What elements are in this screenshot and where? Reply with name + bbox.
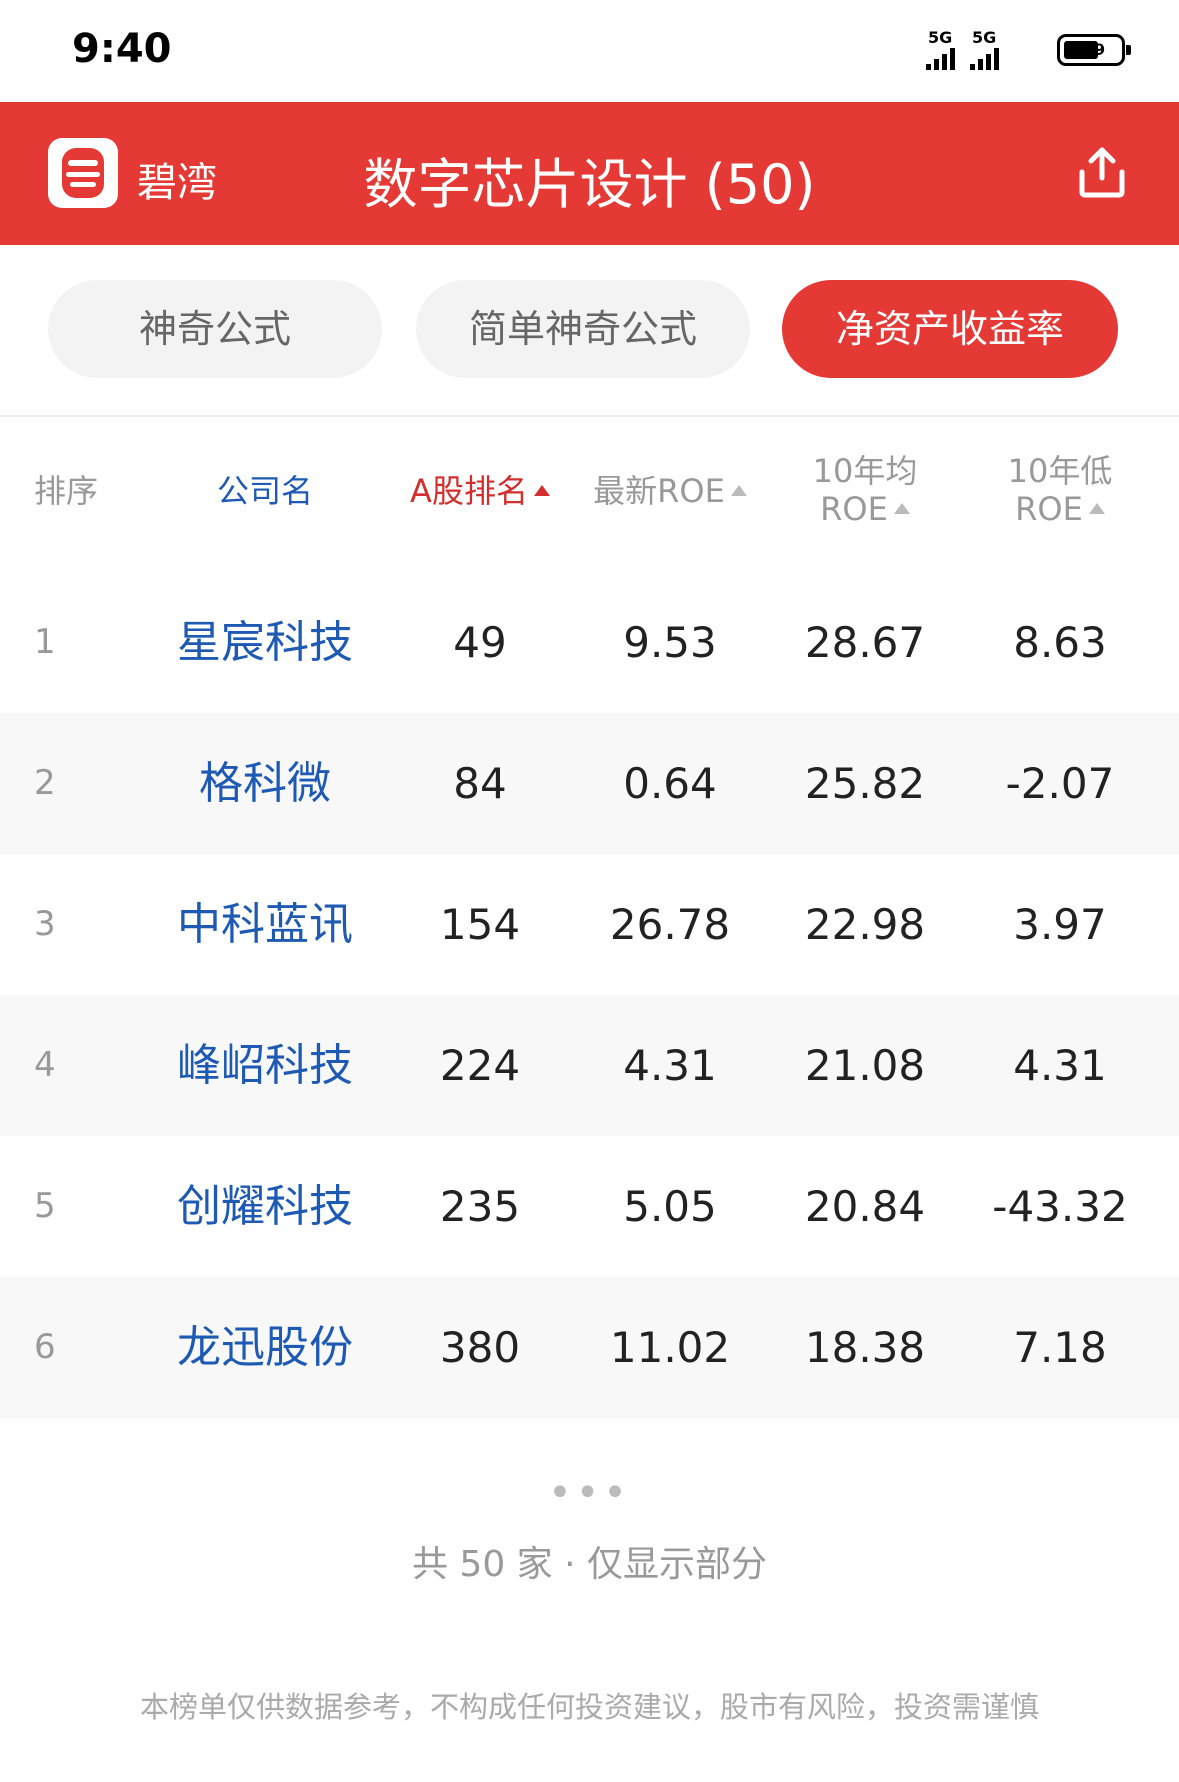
signal-5g-icon: 5G bbox=[926, 28, 960, 72]
row-rank: 6 bbox=[34, 1327, 56, 1367]
table-row[interactable]: 3 中科蓝讯 154 26.78 22.98 3.97 bbox=[0, 854, 1179, 995]
low10-roe-value: -43.32 bbox=[992, 1182, 1128, 1231]
company-link[interactable]: 峰岹科技 bbox=[160, 995, 370, 1136]
tab-roe[interactable]: 净资产收益率 bbox=[782, 280, 1118, 378]
table-row[interactable]: 6 龙迅股份 380 11.02 18.38 7.18 bbox=[0, 1277, 1179, 1418]
latest-roe-value: 11.02 bbox=[609, 1323, 731, 1372]
sort-up-icon bbox=[533, 484, 550, 496]
sort-up-icon bbox=[893, 502, 910, 514]
tab-bar: 神奇公式 简单神奇公式 净资产收益率 bbox=[0, 245, 1179, 417]
low10-roe-value: 3.97 bbox=[1013, 900, 1107, 949]
avg10-roe-value: 18.38 bbox=[804, 1323, 926, 1372]
company-link[interactable]: 星宸科技 bbox=[160, 572, 370, 713]
table-row[interactable]: 1 星宸科技 49 9.53 28.67 8.63 bbox=[0, 572, 1179, 713]
status-time: 9:40 bbox=[72, 26, 172, 72]
low10-roe-value: 8.63 bbox=[1013, 618, 1107, 667]
a-rank-value: 380 bbox=[439, 1323, 521, 1372]
a-rank-value: 224 bbox=[439, 1041, 521, 1090]
header-latest-roe-sort[interactable]: 最新ROE bbox=[575, 472, 765, 510]
avg10-roe-value: 22.98 bbox=[804, 900, 926, 949]
page-title: 数字芯片设计 (50) bbox=[363, 153, 816, 216]
latest-roe-value: 9.53 bbox=[623, 618, 717, 667]
tab-magic-formula[interactable]: 神奇公式 bbox=[48, 280, 382, 378]
avg10-roe-value: 21.08 bbox=[804, 1041, 926, 1090]
low10-roe-value: 4.31 bbox=[1013, 1041, 1107, 1090]
table-header: 排序 公司名 A股排名 最新ROE 10年均 ROE 10年低 ROE bbox=[0, 417, 1179, 572]
low10-roe-value: -2.07 bbox=[1005, 759, 1115, 808]
avg10-roe-value: 28.67 bbox=[804, 618, 926, 667]
header-a-rank-sort[interactable]: A股排名 bbox=[395, 472, 565, 510]
row-rank: 1 bbox=[34, 622, 56, 662]
avg10-roe-value: 25.82 bbox=[804, 759, 926, 808]
avg10-roe-value: 20.84 bbox=[804, 1182, 926, 1231]
table-row[interactable]: 2 格科微 84 0.64 25.82 -2.07 bbox=[0, 713, 1179, 854]
company-link[interactable]: 创耀科技 bbox=[160, 1136, 370, 1277]
low10-roe-value: 7.18 bbox=[1013, 1323, 1107, 1372]
table-row[interactable]: 5 创耀科技 235 5.05 20.84 -43.32 bbox=[0, 1136, 1179, 1277]
a-rank-value: 49 bbox=[453, 618, 507, 667]
a-rank-value: 84 bbox=[453, 759, 507, 808]
status-bar: 9:40 5G 5G 9 bbox=[0, 0, 1179, 102]
header-10y-avg-roe-sort[interactable]: 10年均 ROE bbox=[780, 452, 950, 529]
company-link[interactable]: 中科蓝讯 bbox=[160, 854, 370, 995]
row-rank: 2 bbox=[34, 763, 56, 803]
row-rank: 4 bbox=[34, 1045, 56, 1085]
sort-up-icon bbox=[1088, 502, 1105, 514]
latest-roe-value: 26.78 bbox=[609, 900, 731, 949]
header-rank: 排序 bbox=[34, 472, 99, 510]
disclaimer-text: 本榜单仅供数据参考，不构成任何投资建议，股市有风险，投资需谨慎 bbox=[139, 1690, 1039, 1724]
row-rank: 5 bbox=[34, 1186, 56, 1226]
a-rank-value: 235 bbox=[439, 1182, 521, 1231]
tab-simple-magic-formula[interactable]: 简单神奇公式 bbox=[416, 280, 750, 378]
list-count-note: 共 50 家 · 仅显示部分 bbox=[411, 1544, 768, 1585]
share-icon[interactable] bbox=[1072, 142, 1132, 202]
latest-roe-value: 4.31 bbox=[623, 1041, 717, 1090]
more-dots-icon: ••• bbox=[548, 1470, 631, 1516]
header-company-name: 公司名 bbox=[216, 472, 313, 510]
signal-5g-icon-2: 5G bbox=[970, 28, 1004, 72]
company-link[interactable]: 格科微 bbox=[160, 713, 370, 854]
latest-roe-value: 5.05 bbox=[623, 1182, 717, 1231]
company-link[interactable]: 龙迅股份 bbox=[160, 1277, 370, 1418]
row-rank: 3 bbox=[34, 904, 56, 944]
a-rank-value: 154 bbox=[439, 900, 521, 949]
latest-roe-value: 0.64 bbox=[623, 759, 717, 808]
battery-icon: 9 bbox=[1057, 34, 1131, 66]
table-row[interactable]: 4 峰岹科技 224 4.31 21.08 4.31 bbox=[0, 995, 1179, 1136]
app-bar: 碧湾 数字芯片设计 (50) bbox=[0, 102, 1179, 245]
header-10y-low-roe-sort[interactable]: 10年低 ROE bbox=[975, 452, 1145, 529]
sort-up-icon bbox=[730, 484, 747, 496]
